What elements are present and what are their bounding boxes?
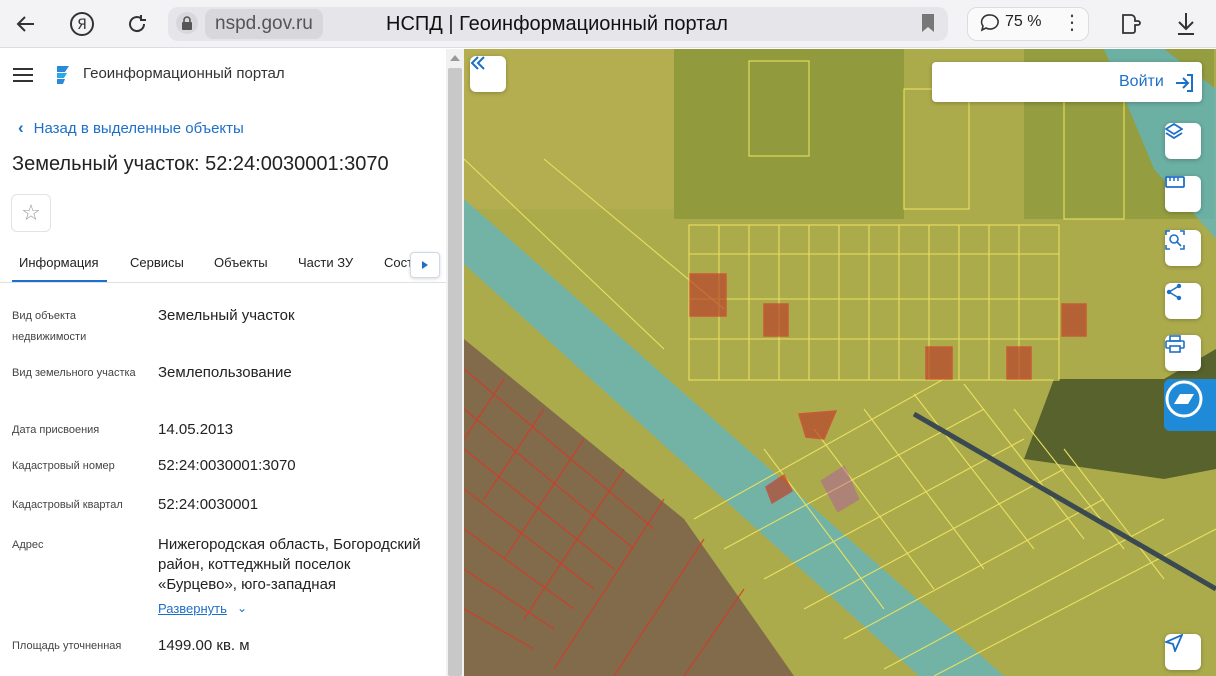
tab-objects[interactable]: Объекты: [214, 255, 268, 270]
back-link-label: Назад в выделенные объекты: [33, 119, 244, 137]
page-title: Земельный участок: 52:24:0030001:3070: [12, 153, 389, 175]
prop-label-date: Дата присвоения: [12, 424, 100, 436]
caret-right-icon: [422, 261, 428, 269]
locate-button[interactable]: [1165, 634, 1201, 670]
expand-address-link[interactable]: Развернуть: [158, 601, 227, 616]
comment-icon[interactable]: [980, 13, 1000, 38]
back-arrow-icon[interactable]: [10, 8, 42, 40]
domain-label[interactable]: nspd.gov.ru: [205, 9, 323, 39]
print-button[interactable]: [1165, 335, 1201, 371]
favorite-star-icon[interactable]: ☆: [11, 194, 51, 232]
tab-services[interactable]: Сервисы: [130, 255, 184, 270]
prop-label-land-type: Вид земельного участка: [12, 367, 136, 379]
prop-value-date: 14.05.2013: [158, 421, 234, 438]
download-icon[interactable]: [1175, 11, 1197, 42]
print-icon: [1165, 335, 1185, 353]
prop-value-area: 1499.00 кв. м: [158, 637, 250, 654]
prop-label-area: Площадь уточненная: [12, 640, 122, 652]
portal-name: Геоинформационный портал: [83, 65, 285, 82]
chevron-down-icon[interactable]: ⌄: [237, 601, 247, 615]
browser-page-title: НСПД | Геоинформационный портал: [386, 13, 728, 35]
assistant-button[interactable]: [1164, 379, 1216, 431]
prop-label-object-type: Вид объекта недвижимости: [12, 310, 87, 343]
area-search-icon: [1165, 230, 1185, 250]
menu-icon[interactable]: [13, 68, 33, 82]
collapse-panel-button[interactable]: [470, 56, 506, 92]
prop-value-object-type: Земельный участок: [158, 307, 295, 324]
assistant-icon: [1165, 380, 1203, 418]
bookmark-icon[interactable]: [921, 13, 935, 33]
back-to-selected-link[interactable]: ‹ Назад в выделенные объекты: [18, 118, 244, 138]
share-icon: [1166, 283, 1182, 301]
map-canvas[interactable]: [464, 49, 1216, 676]
tab-parts[interactable]: Части ЗУ: [298, 255, 353, 270]
yandex-icon[interactable]: Я: [66, 8, 98, 40]
lock-icon[interactable]: [176, 12, 198, 34]
share-button[interactable]: [1165, 283, 1201, 319]
extensions-icon[interactable]: [1118, 11, 1144, 42]
layers-icon: [1165, 123, 1183, 139]
svg-text:Я: Я: [77, 17, 87, 33]
chevron-left-icon: ‹: [18, 118, 24, 137]
tab-information[interactable]: Информация: [19, 255, 99, 270]
layers-button[interactable]: [1165, 123, 1201, 159]
prop-value-cadastral-quarter: 52:24:0030001: [158, 496, 259, 513]
reload-icon[interactable]: [121, 8, 153, 40]
area-search-button[interactable]: [1165, 230, 1201, 266]
object-info-panel: Геоинформационный портал ‹ Назад в выдел…: [0, 49, 446, 676]
prop-value-address: Нижегородская область, Богородский район…: [158, 536, 421, 593]
prop-label-address: Адрес: [12, 539, 44, 551]
scrollbar-thumb[interactable]: [448, 68, 462, 676]
tabs-scroll-right-button[interactable]: [410, 252, 440, 278]
map-view[interactable]: Войти: [464, 49, 1216, 676]
info-tabs: Информация Сервисы Объекты Части ЗУ Сост: [0, 247, 446, 283]
prop-value-cadastral-number: 52:24:0030001:3070: [158, 457, 296, 474]
tab-composition[interactable]: Сост: [384, 255, 413, 270]
zoom-level: 75 %: [1005, 13, 1042, 30]
more-vertical-icon[interactable]: ⋮: [1062, 10, 1082, 35]
prop-value-land-type: Землепользование: [158, 364, 292, 381]
login-button[interactable]: Войти: [1119, 73, 1164, 91]
prop-label-cadastral-quarter: Кадастровый квартал: [12, 499, 123, 511]
navigation-arrow-icon: [1165, 634, 1183, 652]
portal-logo-icon: [53, 64, 73, 86]
scroll-up-arrow-icon[interactable]: [450, 55, 460, 61]
ruler-icon: [1165, 176, 1185, 188]
ruler-button[interactable]: [1165, 176, 1201, 212]
active-tab-indicator: [12, 280, 107, 282]
prop-label-cadastral-number: Кадастровый номер: [12, 460, 115, 472]
double-chevron-left-icon: [470, 56, 485, 70]
